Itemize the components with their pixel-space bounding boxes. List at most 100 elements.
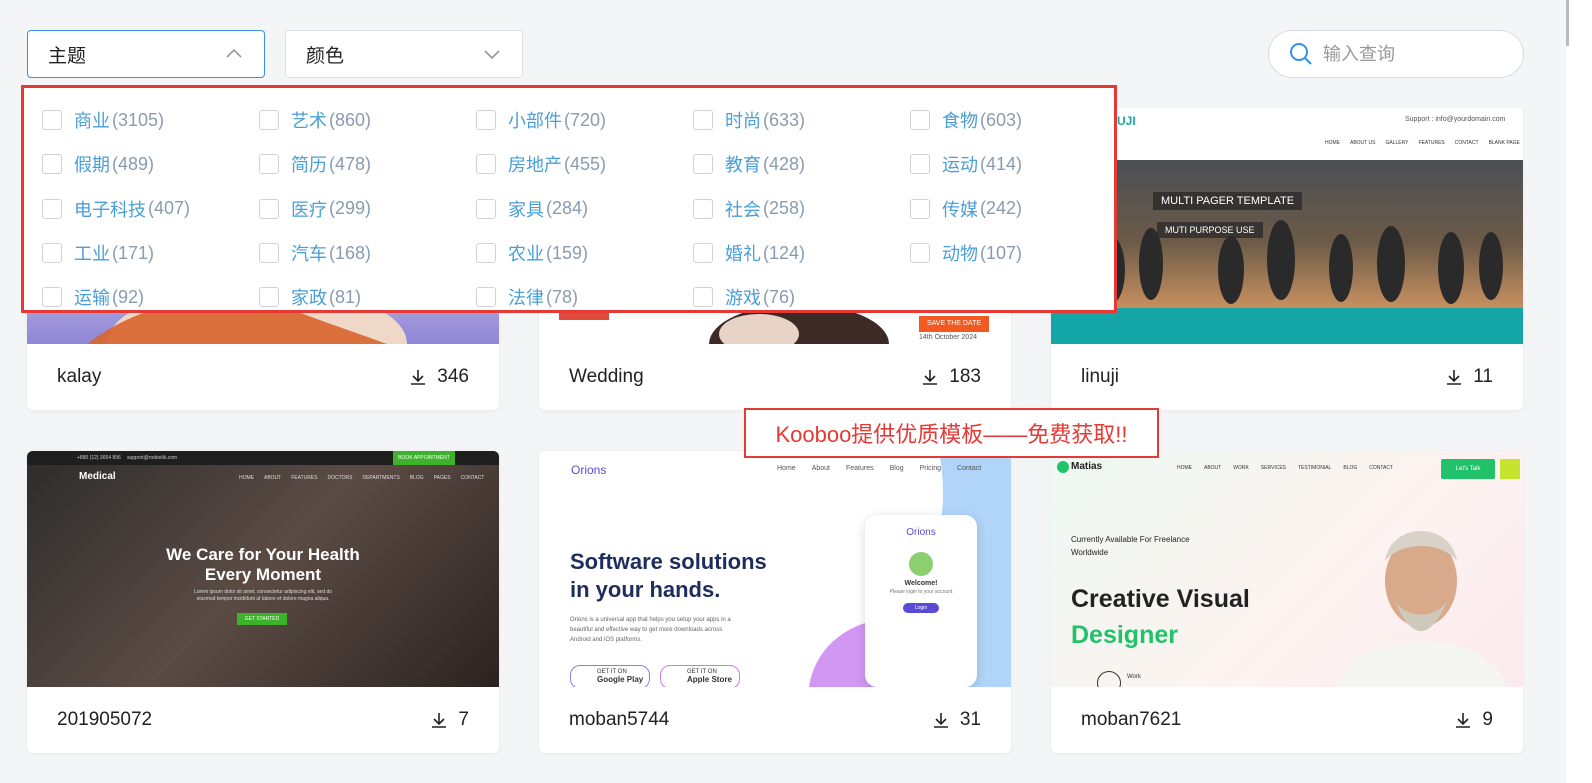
checkbox[interactable] <box>693 243 713 264</box>
theme-option[interactable]: 汽车 (168) <box>259 231 476 275</box>
checkbox[interactable] <box>910 154 930 175</box>
search-box <box>1268 30 1524 78</box>
theme-option[interactable]: 运动 (414) <box>910 142 1127 186</box>
theme-option[interactable]: 小部件 (720) <box>476 98 693 142</box>
page-scrollbar[interactable] <box>1566 0 1592 783</box>
color-select-label: 颜色 <box>306 45 345 67</box>
template-card-201905072[interactable]: +880 (12) 3654 896 support@rodeelik.com … <box>27 451 499 753</box>
linuji-headline: MULTI PAGER TEMPLATE <box>1153 192 1303 210</box>
checkbox[interactable] <box>910 198 930 219</box>
theme-option-count: (171) <box>112 242 155 263</box>
theme-option[interactable]: 运输 (92) <box>42 275 259 319</box>
theme-option-count: (107) <box>980 242 1023 263</box>
phone-sub: Please login to your account <box>889 589 953 595</box>
checkbox[interactable] <box>259 110 279 131</box>
download-number: 9 <box>1482 709 1493 730</box>
checkbox[interactable] <box>42 198 62 219</box>
checkbox[interactable] <box>476 287 496 308</box>
theme-option-label: 简历 <box>291 155 327 176</box>
checkbox[interactable] <box>259 287 279 308</box>
theme-option-label: 家政 <box>291 288 327 309</box>
search-input[interactable] <box>1321 42 1515 66</box>
checkbox[interactable] <box>693 287 713 308</box>
checkbox[interactable] <box>476 198 496 219</box>
theme-option[interactable]: 传媒 (242) <box>910 187 1127 231</box>
theme-option[interactable]: 假期 (489) <box>42 142 259 186</box>
nav-item: GALLERY <box>1385 140 1409 146</box>
checkbox[interactable] <box>42 154 62 175</box>
orions-desc-1: Orions is a universal app that helps you… <box>570 617 731 623</box>
download-number: 183 <box>949 366 981 387</box>
medical-cta: BOOK APPOINTMENT <box>393 451 455 465</box>
color-select[interactable]: 颜色 <box>285 30 523 78</box>
thumbnail-orions: Orions Home About Features Blog Pricing … <box>539 451 1011 687</box>
theme-option[interactable]: 家具 (284) <box>476 187 693 231</box>
theme-option[interactable]: 社会 (258) <box>693 187 910 231</box>
nav-item: CONTACT <box>1369 465 1394 471</box>
checkbox[interactable] <box>476 243 496 264</box>
checkbox[interactable] <box>259 154 279 175</box>
nav-item: HOME <box>1177 465 1192 471</box>
nav-item: WORK <box>1233 465 1249 471</box>
theme-option-count: (860) <box>329 109 372 130</box>
theme-option-count: (603) <box>980 109 1023 130</box>
checkbox[interactable] <box>476 110 496 131</box>
template-card-moban7621[interactable]: Matias HOME ABOUT WORK SERVICES TESTIMON… <box>1051 451 1523 753</box>
gp-label: Google Play <box>597 675 644 684</box>
nav-item: Blog <box>889 465 904 472</box>
checkbox[interactable] <box>42 243 62 264</box>
nav-item: BLOG <box>1343 465 1358 471</box>
nav-item: Pricing <box>919 465 942 472</box>
theme-option[interactable]: 房地产 (455) <box>476 142 693 186</box>
theme-option[interactable]: 动物 (107) <box>910 231 1127 275</box>
theme-select[interactable]: 主题 <box>27 30 265 78</box>
checkbox[interactable] <box>693 198 713 219</box>
theme-option-count: (76) <box>763 286 796 307</box>
theme-option[interactable]: 家政 (81) <box>259 275 476 319</box>
checkbox[interactable] <box>693 110 713 131</box>
theme-option-label: 家具 <box>508 199 544 220</box>
medical-brand: Medical <box>79 471 116 482</box>
download-icon <box>411 370 426 385</box>
chevron-down-icon <box>484 50 500 60</box>
checkbox[interactable] <box>693 154 713 175</box>
checkbox[interactable] <box>259 198 279 219</box>
scrollbar-thumb[interactable] <box>1566 0 1569 46</box>
theme-option[interactable]: 商业 (3105) <box>42 98 259 142</box>
theme-option[interactable]: 食物 (603) <box>910 98 1127 142</box>
theme-option[interactable]: 婚礼 (124) <box>693 231 910 275</box>
medical-headline-1: We Care for Your Health <box>166 545 360 564</box>
theme-option[interactable]: 农业 (159) <box>476 231 693 275</box>
linuji-support: Support : info@yourdomain.com <box>1405 116 1506 123</box>
search-icon[interactable] <box>1289 42 1313 66</box>
theme-option[interactable]: 艺术 (860) <box>259 98 476 142</box>
orions-desc-3: Android and iOS platforms. <box>570 637 643 643</box>
theme-option[interactable]: 游戏 (76) <box>693 275 910 319</box>
nav-item: About <box>811 465 830 472</box>
orions-desc-2: beautiful and effective way to get more … <box>570 627 723 633</box>
theme-option[interactable]: 法律 (78) <box>476 275 693 319</box>
chevron-up-icon <box>226 48 242 58</box>
checkbox[interactable] <box>476 154 496 175</box>
theme-option[interactable]: 工业 (171) <box>42 231 259 275</box>
template-card-moban5744[interactable]: Orions Home About Features Blog Pricing … <box>539 451 1011 753</box>
checkbox[interactable] <box>42 287 62 308</box>
nav-item: Features <box>845 465 874 472</box>
theme-option-count: (242) <box>980 198 1023 219</box>
matias-menu <box>1500 459 1520 479</box>
matias-logo <box>1057 461 1069 473</box>
phone-brand: Orions <box>906 527 936 538</box>
checkbox[interactable] <box>910 110 930 131</box>
nav-item: BLANK PAGE <box>1488 140 1520 146</box>
checkbox[interactable] <box>259 243 279 264</box>
theme-option[interactable]: 教育 (428) <box>693 142 910 186</box>
theme-option[interactable]: 电子科技 (407) <box>42 187 259 231</box>
theme-option[interactable]: 时尚 (633) <box>693 98 910 142</box>
medical-headline-2: Every Moment <box>204 565 322 584</box>
theme-option[interactable]: 医疗 (299) <box>259 187 476 231</box>
nav-item: SERVICES <box>1260 465 1286 471</box>
checkbox[interactable] <box>910 243 930 264</box>
thumbnail-matias: Matias HOME ABOUT WORK SERVICES TESTIMON… <box>1051 451 1523 687</box>
theme-option[interactable]: 简历 (478) <box>259 142 476 186</box>
checkbox[interactable] <box>42 110 62 131</box>
